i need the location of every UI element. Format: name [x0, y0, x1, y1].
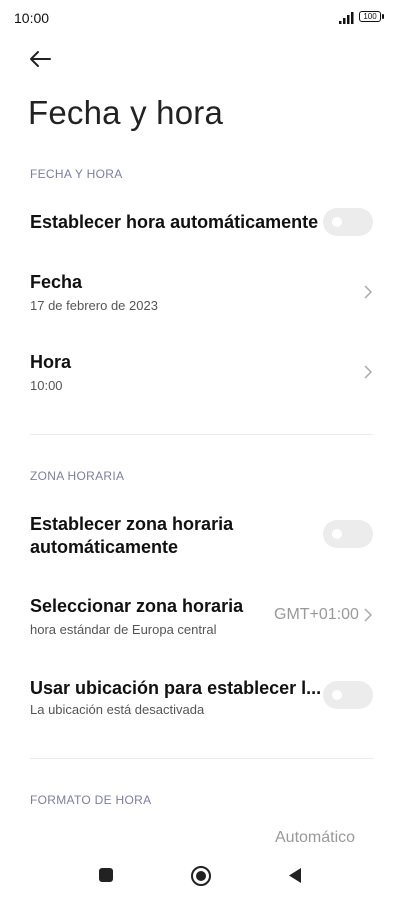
chevron-right-icon [364, 365, 373, 379]
page-title: Fecha y hora [28, 94, 224, 131]
arrow-left-icon[interactable] [28, 48, 52, 70]
section-header-time-zone: ZONA HORARIA [30, 469, 125, 483]
auto-time-row[interactable]: Establecer hora automáticamente [0, 200, 403, 244]
use-location-sub: La ubicación está desactivada [30, 702, 205, 717]
circle-icon[interactable] [190, 865, 212, 887]
section-header-time-format: FORMATO DE HORA [30, 793, 152, 807]
toggle-knob [332, 217, 342, 227]
date-label: Fecha [30, 272, 83, 292]
auto-zone-row[interactable]: Establecer zona horaria automáticamente [0, 508, 403, 564]
chevron-right-icon [364, 608, 373, 622]
battery-level: 100 [363, 12, 377, 21]
date-row[interactable]: Fecha 17 de febrero de 2023 [0, 266, 403, 322]
auto-zone-label-line1: Establecer zona horaria [30, 514, 234, 534]
auto-time-toggle[interactable] [323, 208, 373, 236]
triangle-left-icon[interactable] [287, 867, 303, 884]
time-format-value: Automático [275, 829, 356, 846]
status-time: 10:00 [14, 10, 50, 26]
time-value: 10:00 [30, 378, 63, 393]
select-zone-row[interactable]: Seleccionar zona horaria hora estándar d… [0, 590, 403, 646]
time-label: Hora [30, 352, 72, 372]
divider [30, 434, 373, 435]
use-location-toggle[interactable] [323, 681, 373, 709]
toggle-knob [332, 529, 342, 539]
chevron-right-icon [364, 285, 373, 299]
status-bar: 10:00 100 [0, 0, 403, 36]
select-zone-label: Seleccionar zona horaria [30, 596, 244, 616]
toggle-knob [332, 690, 342, 700]
battery-tip [382, 14, 384, 19]
time-row[interactable]: Hora 10:00 [0, 346, 403, 402]
use-location-row[interactable]: Usar ubicación para establecer l... La u… [0, 672, 403, 728]
divider [30, 758, 373, 759]
select-zone-sub: hora estándar de Europa central [30, 622, 217, 637]
battery-icon: 100 [359, 11, 381, 22]
navigation-bar [0, 850, 403, 900]
section-header-date-time: FECHA Y HORA [30, 167, 123, 181]
signal-icon [339, 12, 354, 24]
select-zone-value: GMT+01:00 [274, 606, 359, 623]
auto-time-label: Establecer hora automáticamente [30, 212, 319, 232]
auto-zone-label-line2: automáticamente [30, 537, 179, 557]
time-format-row[interactable]: Automático [0, 822, 403, 850]
square-icon[interactable] [98, 867, 114, 883]
use-location-label: Usar ubicación para establecer l... [30, 678, 322, 698]
auto-zone-toggle[interactable] [323, 520, 373, 548]
date-value: 17 de febrero de 2023 [30, 298, 158, 313]
